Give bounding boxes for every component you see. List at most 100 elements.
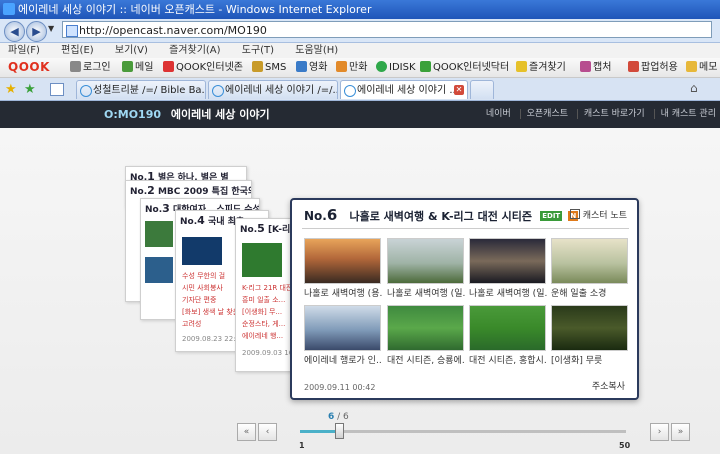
capture-icon — [580, 61, 591, 72]
cast-viewer: No.1 별은 하나, 별은 별 No.2 MBC 2009 특집 한국의 불심… — [0, 128, 720, 454]
toolbar-capture[interactable]: 캡처 — [580, 58, 611, 77]
tab-1-label: 성철트리뷴 /=/ Bible Ba... — [93, 85, 206, 96]
cast-code: O:MO190 — [104, 108, 162, 121]
card-item[interactable]: [화보] 생색 날 찾은 — [182, 307, 239, 317]
window-title: 에이레네 세상 이야기 :: 네이버 오픈캐스트 - Windows Inter… — [18, 3, 372, 16]
toolbar-mail[interactable]: 메일 — [122, 58, 153, 77]
item-caption[interactable]: 대전 시티즌, 홍합시... — [469, 353, 547, 366]
menu-bar: 파일(F) 편집(E) 보기(V) 즐겨찾기(A) 도구(T) 도움말(H) — [0, 43, 720, 58]
link-opencast[interactable]: 오픈캐스트 — [519, 109, 569, 119]
menu-view[interactable]: 보기(V) — [115, 45, 148, 56]
menu-help[interactable]: 도움말(H) — [295, 45, 338, 56]
back-button[interactable]: ◀ — [4, 21, 25, 42]
toolbar-internet-zone-label: QOOK인터넷존 — [176, 62, 243, 73]
page-icon — [66, 25, 78, 37]
toolbar-favorites-label: 즐겨찾기 — [529, 62, 566, 73]
thumbnail-sea-of-clouds[interactable] — [551, 238, 628, 284]
tab-row: ★ ★ 성철트리뷴 /=/ Bible Ba... 에이레네 세상 이야기 /=… — [0, 78, 720, 101]
close-tab-icon[interactable]: ✕ — [454, 85, 464, 95]
history-dropdown-icon[interactable]: ▼ — [48, 24, 54, 33]
thumbnail-sunrise-2[interactable] — [469, 238, 546, 284]
item-caption[interactable]: 나홀로 새벽여행 (용... — [304, 286, 382, 299]
toolbar-sms[interactable]: SMS — [252, 58, 286, 77]
slider-min-label: 1 — [299, 441, 305, 450]
mail-icon — [122, 61, 133, 72]
card-item[interactable]: 고려성 — [182, 319, 201, 329]
next-page-button[interactable]: › — [650, 423, 669, 441]
tab-1[interactable]: 성철트리뷴 /=/ Bible Ba... — [76, 80, 206, 99]
card-item[interactable]: 흥미 일출 소... — [242, 295, 285, 305]
toolbar-doctor[interactable]: QOOK인터넷닥터 — [420, 58, 509, 77]
toolbar-internet-zone[interactable]: QOOK인터넷존 — [163, 58, 243, 77]
popup-icon — [628, 61, 639, 72]
card-item[interactable]: 에이레네 행... — [242, 331, 283, 341]
address-bar[interactable]: http://opencast.naver.com/MO190 — [62, 21, 712, 38]
quick-tabs-icon[interactable] — [50, 83, 64, 96]
first-page-button[interactable]: « — [237, 423, 256, 441]
page-slider-fill — [300, 430, 340, 433]
card-item[interactable]: [이생화] 무... — [242, 307, 282, 317]
divider — [302, 228, 629, 229]
card-thumbnail — [145, 221, 173, 247]
add-favorites-icon[interactable]: ★ — [24, 82, 36, 97]
toolbar-idisk[interactable]: IDISK — [376, 58, 416, 77]
menu-favorites[interactable]: 즐겨찾기(A) — [169, 45, 220, 56]
toolbar-login[interactable]: 로그인 — [70, 58, 111, 77]
tab-2-label: 에이레네 세상 이야기 /=/... — [225, 85, 338, 96]
thumbnail-tree[interactable] — [387, 238, 464, 284]
cast-title: 에이레네 세상 이야기 — [170, 108, 270, 121]
thumbnail-wildflower[interactable] — [551, 305, 628, 351]
card-item[interactable]: 기자단 편중 — [182, 295, 216, 305]
cast-card-active[interactable]: No.6 나홀로 새벽여행 & K-리그 대전 시티즌 EDIT N 캐스터 노… — [290, 198, 639, 400]
item-caption[interactable]: 운해 일출 소경 — [551, 286, 629, 299]
tab-2[interactable]: 에이레네 세상 이야기 /=/... — [208, 80, 338, 99]
caster-note-link[interactable]: 캐스터 노트 — [569, 208, 627, 221]
toolbar-popup[interactable]: 팝업허용 — [628, 58, 678, 77]
forward-button[interactable]: ▶ — [26, 21, 47, 42]
toolbar-memo[interactable]: 메모 — [686, 58, 717, 77]
thumbnail-sunrise-1[interactable] — [304, 238, 381, 284]
item-caption[interactable]: 나홀로 새벽여행 (일... — [387, 286, 465, 299]
copy-address-link[interactable]: 주소복사 — [592, 379, 625, 392]
card-item[interactable]: 순정스타, 게... — [242, 319, 285, 329]
page-separator: / — [334, 412, 344, 422]
card-item[interactable]: 시민 사회봉사 — [182, 283, 223, 293]
menu-file[interactable]: 파일(F) — [8, 45, 40, 56]
toolbar-favorites[interactable]: 즐겨찾기 — [516, 58, 566, 77]
cast-brand[interactable]: O:MO190 에이레네 세상 이야기 — [104, 101, 270, 128]
home-icon[interactable]: ⌂ — [690, 81, 698, 95]
toolbar-comic[interactable]: 만화 — [336, 58, 367, 77]
item-caption[interactable]: 에이레네 행로가 인... — [304, 353, 382, 366]
thumbnail-person[interactable] — [304, 305, 381, 351]
page-slider-track[interactable] — [300, 430, 626, 433]
toolbar-memo-label: 메모 — [699, 62, 718, 73]
thumbnail-soccer-1[interactable] — [387, 305, 464, 351]
card-item[interactable]: K-리그 21R 대전 — [242, 283, 292, 293]
card-thumbnail — [242, 243, 282, 277]
thumbnail-soccer-2[interactable] — [469, 305, 546, 351]
link-my-cast[interactable]: 내 캐스트 관리 — [653, 109, 716, 119]
link-cast-goto[interactable]: 캐스트 바로가기 — [576, 109, 645, 119]
toolbar-movie[interactable]: 영화 — [296, 58, 327, 77]
item-caption[interactable]: [이생화] 무릇 — [551, 353, 629, 366]
item-caption[interactable]: 나홀로 새벽여행 (일... — [469, 286, 547, 299]
card-number-prefix: No. — [304, 209, 327, 223]
menu-tools[interactable]: 도구(T) — [242, 45, 274, 56]
card-date: 2009.09.11 00:42 — [304, 383, 376, 392]
last-page-button[interactable]: » — [671, 423, 690, 441]
card-item[interactable]: 수성 무한의 걸 — [182, 271, 225, 281]
item-caption[interactable]: 대전 시티즌, 승룡에... — [387, 353, 465, 366]
card-number: 6 — [326, 206, 338, 224]
tab-3[interactable]: 에이레네 세상 이야기 ... ✕ — [340, 80, 468, 99]
menu-edit[interactable]: 편집(E) — [61, 45, 94, 56]
page-slider-handle[interactable] — [335, 423, 345, 439]
prev-page-button[interactable]: ‹ — [258, 423, 277, 441]
toolbar-sms-label: SMS — [265, 62, 287, 73]
qook-logo[interactable]: QOOK — [8, 58, 50, 77]
header-links: 네이버 오픈캐스트 캐스트 바로가기 내 캐스트 관리 — [474, 101, 716, 128]
link-naver[interactable]: 네이버 — [480, 109, 511, 119]
zone-icon — [163, 61, 174, 72]
favorites-star-icon[interactable]: ★ — [5, 82, 17, 97]
card-title[interactable]: 나홀로 새벽여행 & K-리그 대전 시티즌 — [349, 210, 532, 223]
new-tab-button[interactable] — [470, 80, 494, 99]
